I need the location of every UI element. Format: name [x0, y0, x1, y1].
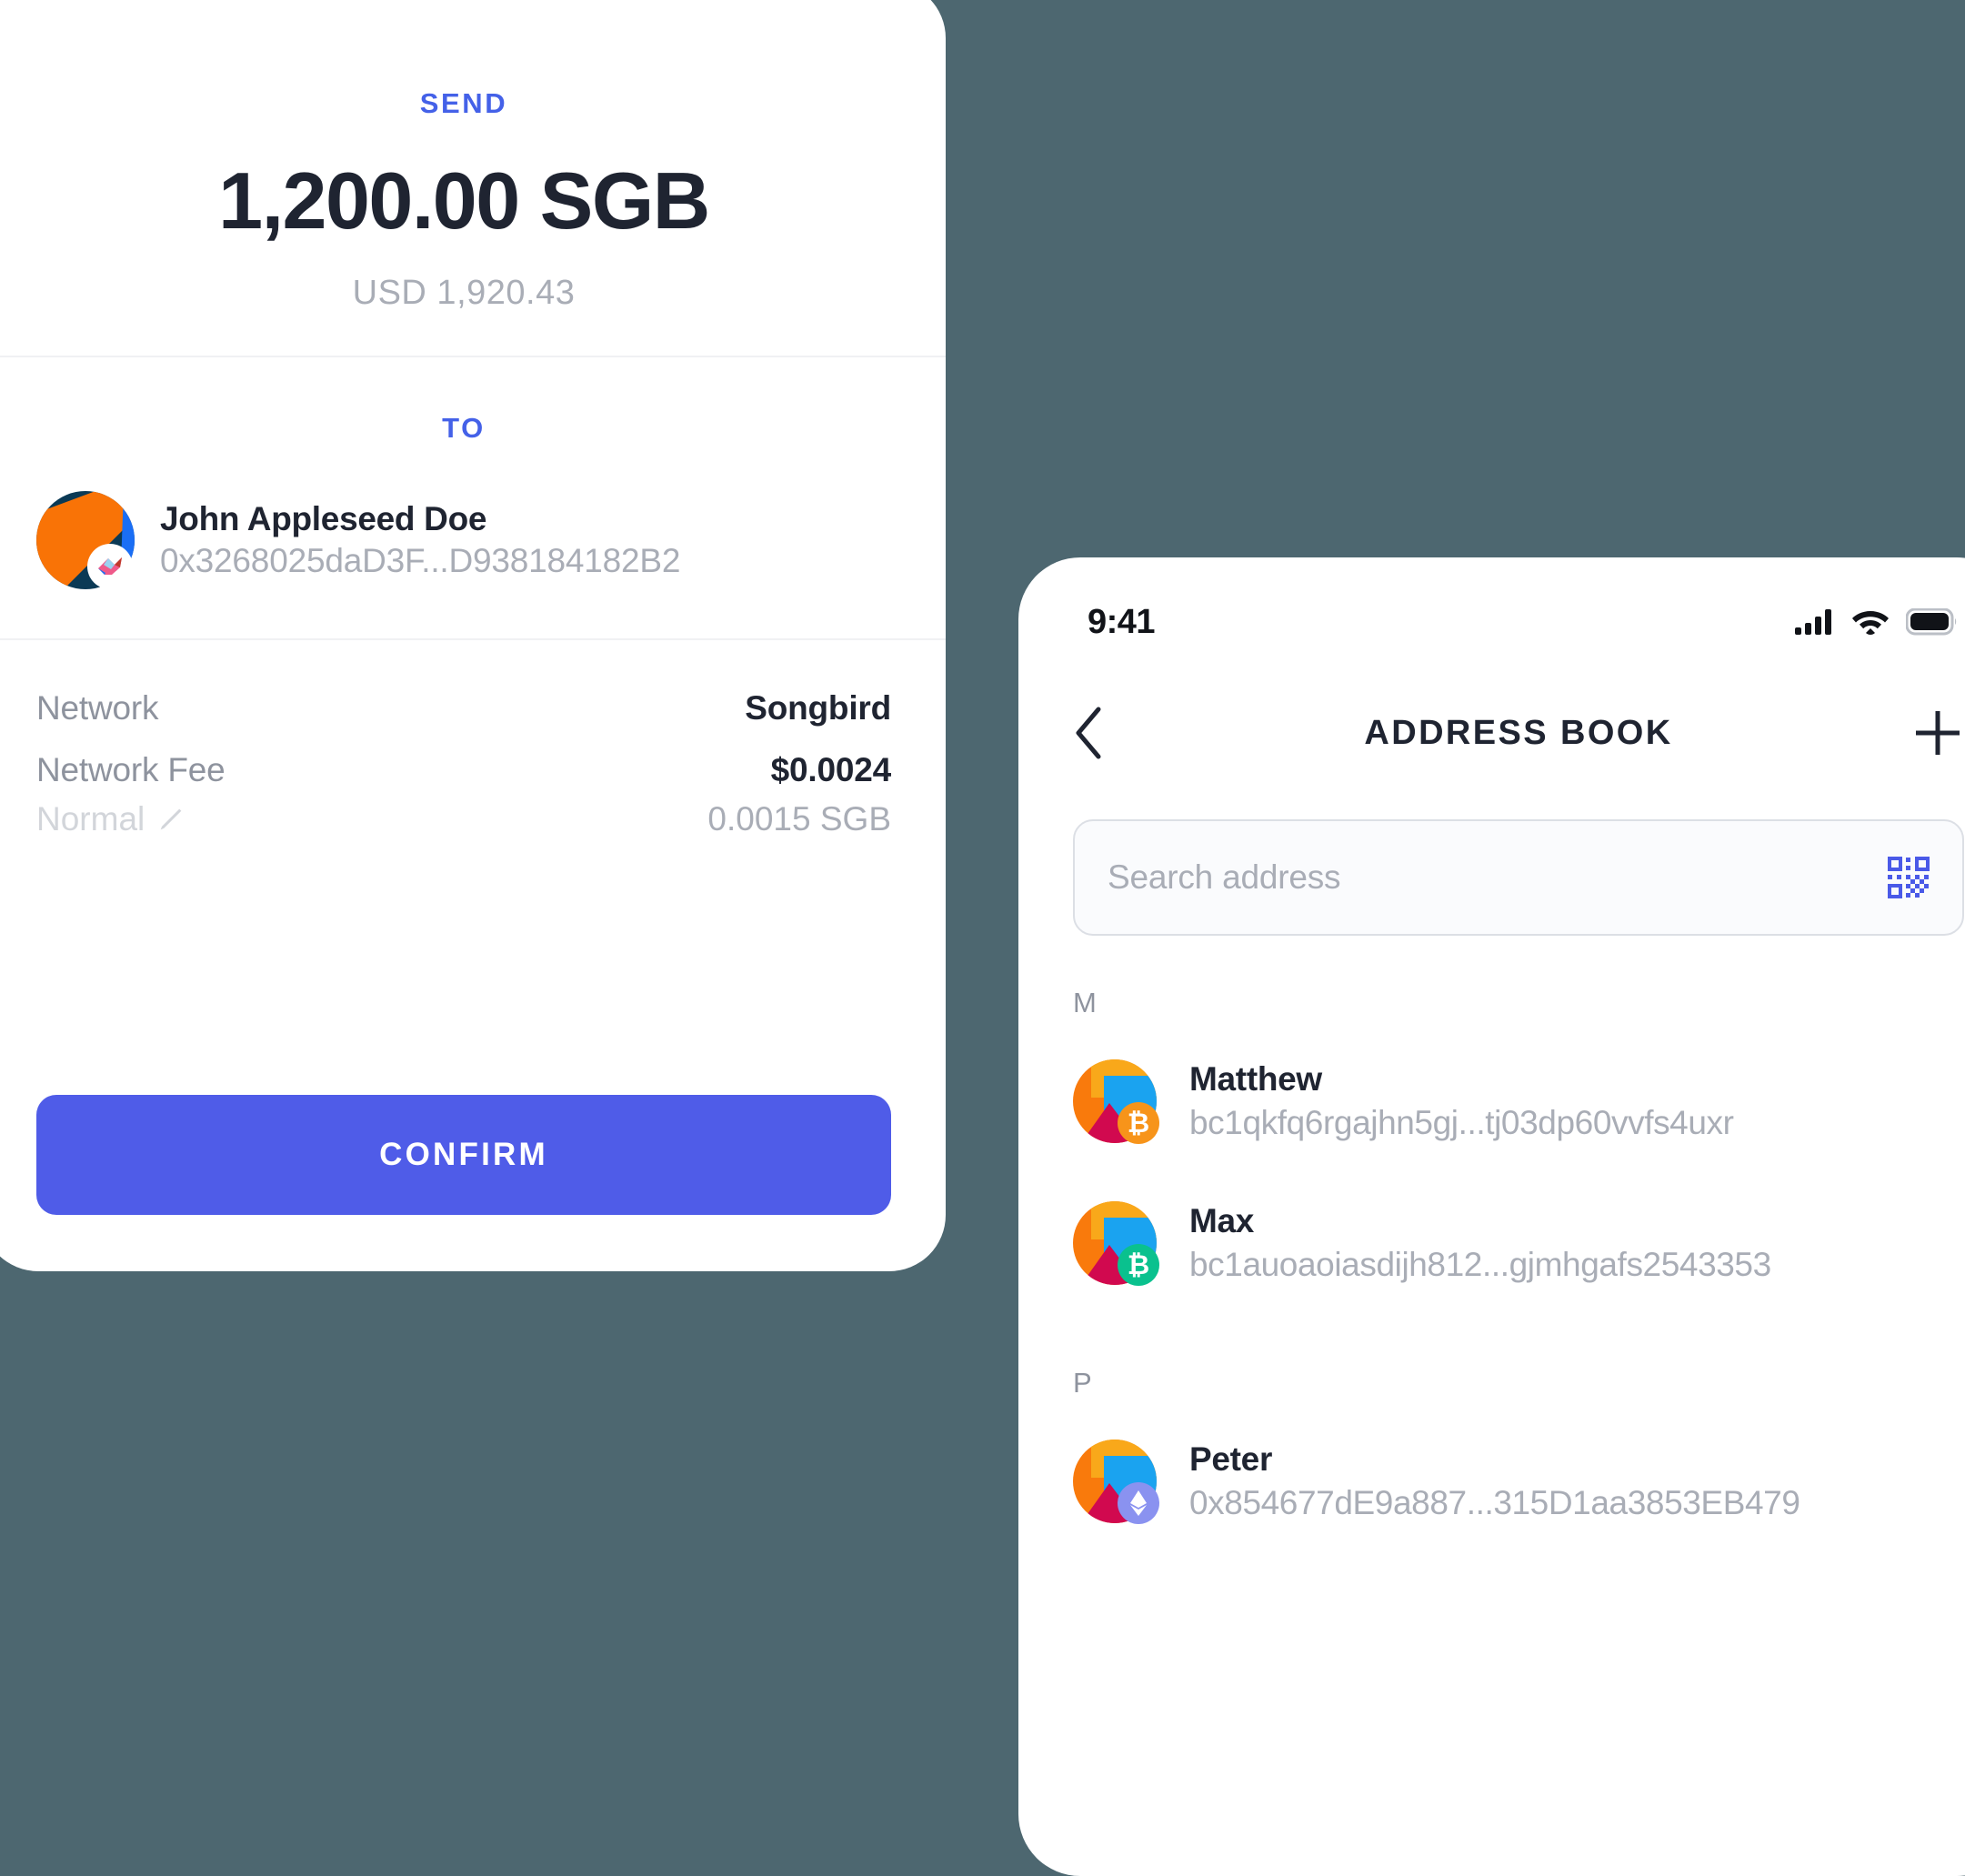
contact-name: Peter — [1189, 1440, 1273, 1478]
search-section — [1018, 774, 1965, 936]
list-item[interactable]: Peter 0x854677dE9a887...315D1aa3853EB479 — [1073, 1436, 1964, 1527]
recipient-address: 0x3268025daD3F...D938184182B2 — [160, 542, 681, 579]
battery-icon — [1906, 608, 1957, 636]
network-value: Songbird — [745, 689, 891, 727]
search-input[interactable] — [1106, 858, 1886, 898]
qr-code-icon — [1888, 857, 1930, 898]
fee-speed-row[interactable]: Normal 0.0015 SGB — [36, 800, 891, 838]
wifi-icon — [1852, 611, 1889, 635]
address-book-phone-screen: 9:41 ADDRESS BOOK Search address M ₿ Mat… — [1018, 557, 1965, 1876]
network-fee-value: $0.0024 — [770, 751, 892, 788]
status-time: 9:41 — [1088, 602, 1156, 641]
send-eyebrow-label: SEND — [419, 87, 508, 119]
recipient-row[interactable]: John Appleseed Doe 0x3268025daD3F...D938… — [36, 491, 891, 589]
confirm-button[interactable]: CONFIRM — [36, 1095, 891, 1215]
contact-list: M ₿ Matthew bc1qkfq6rgajhn5gj...tj03dp60… — [1018, 936, 1965, 1527]
navigation-bar: ADDRESS BOOK — [1018, 645, 1965, 774]
contact-name: Max — [1189, 1201, 1255, 1239]
songbird-identicon-avatar — [36, 491, 135, 589]
to-label: TO — [442, 412, 486, 444]
back-button[interactable] — [1073, 706, 1137, 760]
contact-identicon-avatar — [1073, 1440, 1159, 1524]
contact-text: Max bc1auoaoiasdijh812...gjmhgafs2543353 — [1189, 1199, 1771, 1287]
contact-text: Matthew bc1qkfq6rgajhn5gj...tj03dp60vvfs… — [1189, 1058, 1734, 1145]
group-letter-m: M — [1073, 987, 1098, 1018]
contact-identicon-avatar: ₿ — [1073, 1059, 1159, 1144]
status-icons — [1795, 608, 1957, 636]
list-item[interactable]: ₿ Matthew bc1qkfq6rgajhn5gj...tj03dp60vv… — [1073, 1056, 1964, 1147]
recipient-text: John Appleseed Doe 0x3268025daD3F...D938… — [160, 498, 680, 583]
page-title: ADDRESS BOOK — [1364, 713, 1673, 752]
svg-text:₿: ₿ — [1128, 1109, 1149, 1139]
contact-name: Matthew — [1189, 1059, 1322, 1098]
chevron-left-icon — [1076, 707, 1101, 759]
transaction-details-section: Network Songbird Network Fee $0.0024 Nor… — [0, 640, 946, 1048]
qr-scan-button[interactable] — [1886, 855, 1931, 900]
add-contact-button[interactable] — [1900, 707, 1964, 759]
contact-text: Peter 0x854677dE9a887...315D1aa3853EB479 — [1189, 1438, 1800, 1525]
network-fee-label: Network Fee — [36, 751, 226, 788]
svg-text:₿: ₿ — [1128, 1250, 1149, 1280]
fee-speed-value: 0.0015 SGB — [707, 800, 891, 838]
recipient-name: John Appleseed Doe — [160, 499, 487, 537]
detail-row-network-fee: Network Fee $0.0024 — [36, 751, 891, 789]
send-amount: 1,200.00 SGB — [218, 155, 710, 246]
search-box[interactable] — [1073, 819, 1964, 936]
detail-row-network: Network Songbird — [36, 689, 891, 727]
contact-address: bc1auoaoiasdijh812...gjmhgafs2543353 — [1189, 1246, 1771, 1283]
recipient-section: TO John Appleseed Doe 0x3268025daD3F...D… — [0, 357, 946, 640]
send-amount-fiat: USD 1,920.43 — [352, 274, 576, 312]
contact-identicon-avatar: ₿ — [1073, 1201, 1159, 1286]
list-item[interactable]: ₿ Max bc1auoaoiasdijh812...gjmhgafs25433… — [1073, 1198, 1964, 1289]
fee-speed-label: Normal — [36, 800, 145, 838]
network-label: Network — [36, 689, 159, 727]
fee-speed-label-group: Normal — [36, 800, 186, 838]
send-confirmation-card: SEND 1,200.00 SGB USD 1,920.43 TO John A… — [0, 0, 946, 1271]
status-bar: 9:41 — [1018, 557, 1965, 645]
plus-icon — [1916, 711, 1960, 755]
amount-section: SEND 1,200.00 SGB USD 1,920.43 — [0, 0, 946, 357]
group-letter-p: P — [1073, 1367, 1092, 1399]
pencil-icon[interactable] — [155, 804, 186, 835]
cellular-signal-icon — [1795, 609, 1831, 635]
contact-address: 0x854677dE9a887...315D1aa3853EB479 — [1189, 1484, 1800, 1521]
contact-address: bc1qkfq6rgajhn5gj...tj03dp60vvfs4uxr — [1189, 1104, 1734, 1141]
